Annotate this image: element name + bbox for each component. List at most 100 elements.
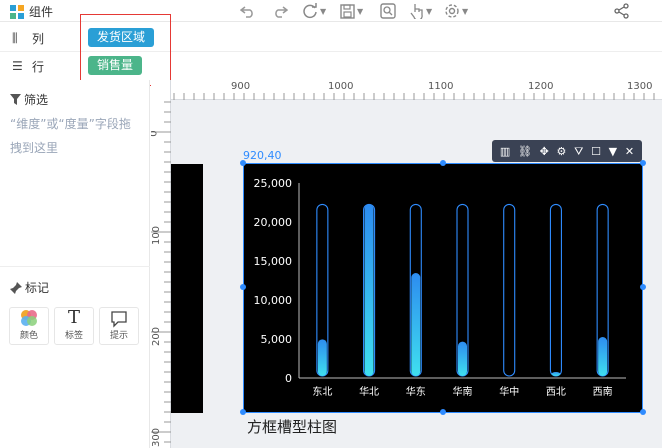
ruler-label-1100: 1100 <box>428 81 454 92</box>
save-button[interactable]: ▼ <box>340 2 363 20</box>
x-tick-label: 华中 <box>499 385 519 398</box>
columns-icon: ⫼ <box>12 30 18 45</box>
pin-icon <box>10 281 22 294</box>
ruler-label-0: 0 <box>151 130 160 136</box>
bar-chart: 0 5,000 10,000 15,000 20,000 25,000 东北 华北 华东 华南 华中… <box>254 177 626 398</box>
black-block-component[interactable] <box>171 164 203 413</box>
y-tick-label: 10,000 <box>254 294 293 307</box>
x-tick-label: 西北 <box>546 386 566 398</box>
x-tick-label: 华南 <box>453 385 473 398</box>
bar-slot <box>503 203 516 377</box>
filter-title: 筛选 <box>24 93 49 107</box>
preview-button[interactable] <box>380 2 396 20</box>
settings-button[interactable]: ▼ <box>444 2 468 20</box>
resize-handle-tl[interactable] <box>240 160 246 166</box>
bar-东北[interactable] <box>317 339 327 376</box>
resize-handle-br[interactable] <box>640 409 646 415</box>
bar-西北[interactable] <box>551 372 561 376</box>
highlight-box <box>80 14 171 86</box>
bar-slot <box>549 203 562 377</box>
share-icon <box>614 3 629 19</box>
marks-section-title: 标记 <box>10 279 49 296</box>
left-panel: 筛选 “维度”或“度量”字段拖拽到这里 标记 <box>0 80 150 448</box>
interaction-caret-icon: ▼ <box>426 6 433 16</box>
color-mark-label: 颜色 <box>19 331 38 341</box>
ruler-label-1300: 1300 <box>627 81 653 92</box>
ruler-label-200: 200 <box>151 326 163 347</box>
chart-component[interactable]: 0 5,000 10,000 15,000 20,000 25,000 东北 华北 华东 华南 华中… <box>243 163 643 413</box>
redo-icon <box>275 6 288 18</box>
bar-华东[interactable] <box>411 273 421 376</box>
bar-华南[interactable] <box>458 341 467 376</box>
color-mark-button[interactable]: 颜色 <box>9 307 49 345</box>
tooltip-mark-label: 提示 <box>109 331 128 341</box>
y-tick-label: 5,000 <box>261 333 293 346</box>
ruler-label-900: 900 <box>231 81 251 92</box>
redo-button[interactable] <box>272 2 288 20</box>
marks-divider <box>0 266 150 267</box>
y-tick-label: 20,000 <box>254 216 293 229</box>
components-menu[interactable]: 组件 <box>10 3 53 20</box>
resize-handle-tr[interactable] <box>640 160 646 166</box>
rows-list-icon: ☰ <box>12 59 23 73</box>
filter-funnel-icon <box>10 94 21 105</box>
chart-caption: 方框槽型柱图 <box>247 418 338 436</box>
move-icon[interactable]: ✥ <box>540 146 549 157</box>
save-caret-icon: ▼ <box>357 6 364 16</box>
resize-handle-bl[interactable] <box>240 409 246 415</box>
text-T-icon: T <box>67 307 80 328</box>
y-tick-label: 25,000 <box>254 177 293 190</box>
pointer-hand-icon <box>410 4 423 19</box>
ruler-label-100: 100 <box>151 225 163 246</box>
resize-handle-b[interactable] <box>440 409 446 415</box>
refresh-caret-icon: ▼ <box>320 6 327 16</box>
y-tick-label: 15,000 <box>254 255 293 268</box>
settings-caret-icon: ▼ <box>462 6 469 16</box>
ruler-horizontal-ticks <box>173 93 655 100</box>
chart-settings-icon[interactable]: ⚙ <box>557 146 567 157</box>
component-position-readout: 920,40 <box>243 149 282 162</box>
tooltip-icon <box>111 311 127 328</box>
close-icon[interactable]: ✕ <box>625 146 634 157</box>
gear-icon <box>445 4 459 18</box>
interaction-button[interactable]: ▼ <box>410 2 432 20</box>
maximize-icon[interactable]: ☐ <box>591 146 601 157</box>
x-tick-label: 东北 <box>312 385 332 398</box>
bar-西南[interactable] <box>598 337 608 376</box>
resize-handle-r[interactable] <box>640 284 646 290</box>
refresh-icon <box>303 3 317 19</box>
undo-icon <box>240 6 253 18</box>
marks-title: 标记 <box>25 281 50 295</box>
y-tick-label: 0 <box>285 372 292 385</box>
label-mark-button[interactable]: T 标签 <box>54 307 94 345</box>
components-logo-icon <box>10 4 24 19</box>
ruler-label-1200: 1200 <box>528 81 554 92</box>
ruler-horizontal: 900 1000 1100 1200 1300 <box>151 80 662 100</box>
chart-type-icon[interactable]: ▥ <box>500 146 510 157</box>
ruler-label-300: 300 <box>151 427 163 448</box>
link-icon[interactable]: ⛓ <box>518 146 532 157</box>
resize-handle-t[interactable] <box>440 160 446 166</box>
components-label: 组件 <box>29 5 54 19</box>
filter-section-title: 筛选 <box>10 91 48 108</box>
refresh-button[interactable]: ▼ <box>302 2 326 20</box>
rows-label: 行 <box>32 59 45 74</box>
x-tick-label: 西南 <box>593 385 613 398</box>
share-button[interactable] <box>614 2 630 20</box>
color-palette-icon <box>21 310 37 326</box>
x-tick-label: 华东 <box>406 385 426 398</box>
save-icon <box>340 3 355 19</box>
chart-filter-icon[interactable]: ⛛ <box>574 146 583 157</box>
tooltip-mark-button[interactable]: 提示 <box>99 307 139 345</box>
ruler-label-1000: 1000 <box>328 81 354 92</box>
label-mark-label: 标签 <box>64 331 83 341</box>
x-tick-label: 华北 <box>359 385 379 398</box>
bar-华北[interactable] <box>364 204 374 376</box>
chart-toolbar: ▥ ⛓ ✥ ⚙ ⛛ ☐ ▼ ✕ <box>492 140 642 162</box>
resize-handle-l[interactable] <box>240 284 246 290</box>
preview-icon <box>380 3 396 19</box>
filter-drop-zone[interactable]: “维度”或“度量”字段拖拽到这里 <box>10 112 140 160</box>
chart-menu-caret-icon[interactable]: ▼ <box>609 146 617 157</box>
columns-label: 列 <box>32 31 45 46</box>
undo-button[interactable] <box>240 2 256 20</box>
